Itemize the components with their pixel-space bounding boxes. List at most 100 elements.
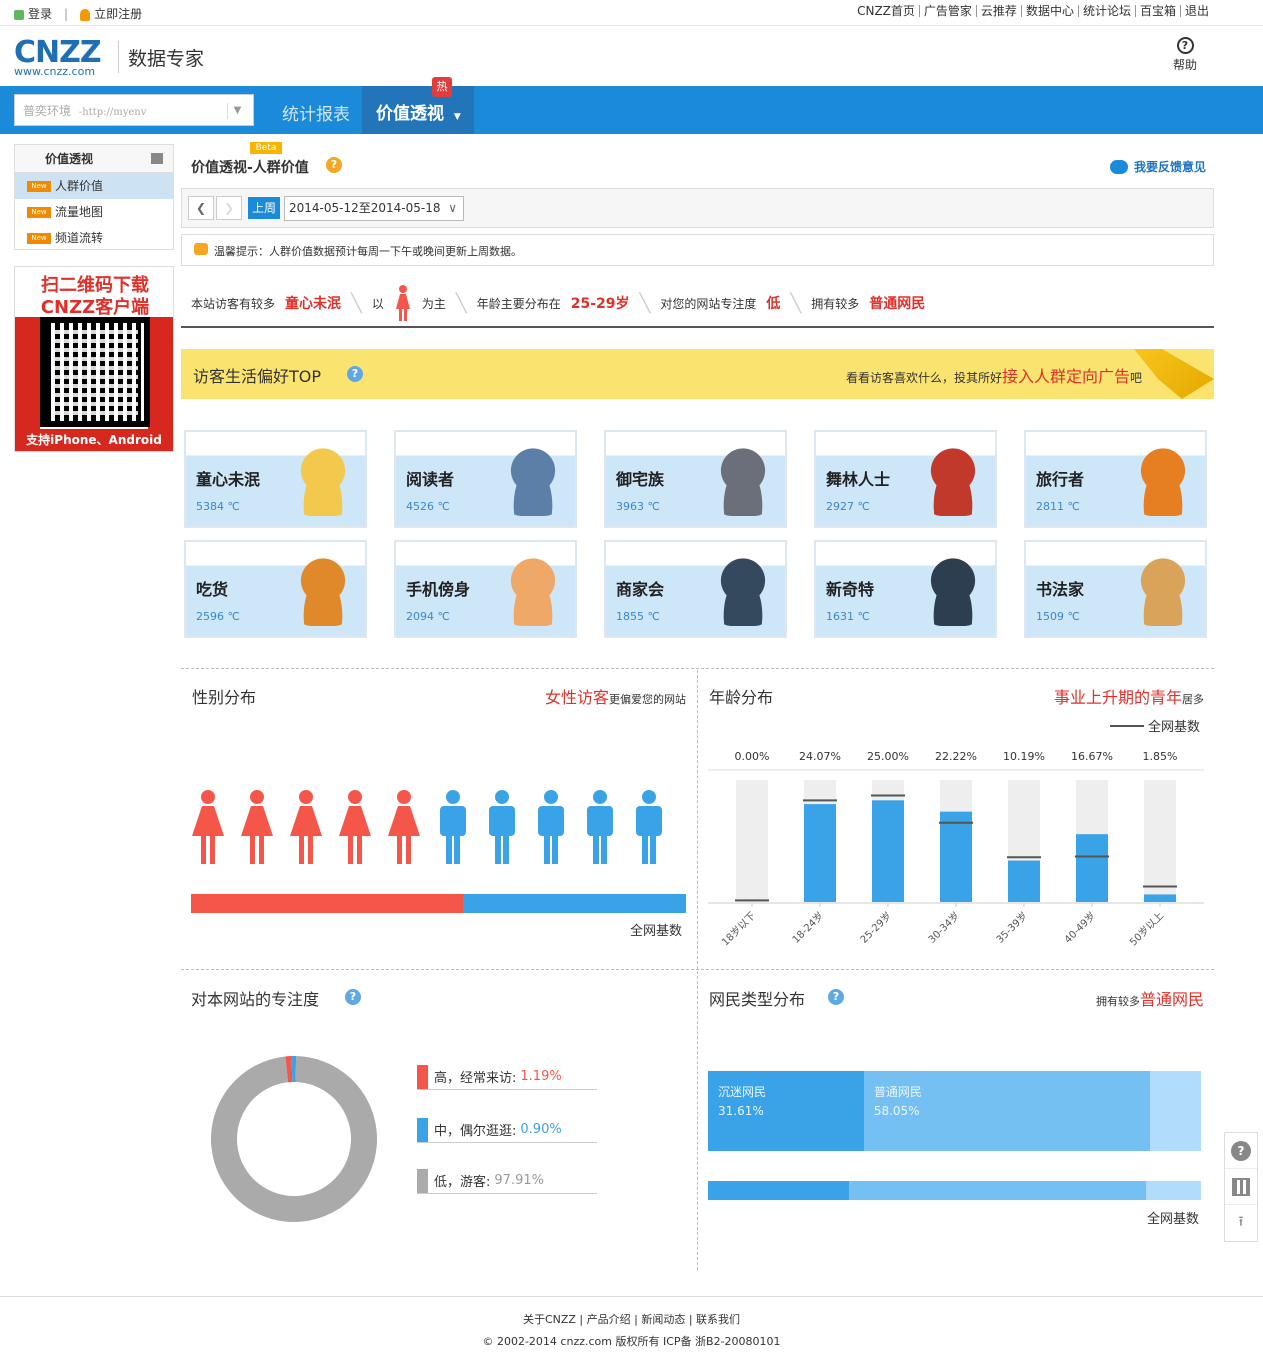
collapse-icon[interactable] <box>151 153 163 164</box>
question-icon[interactable]: ? <box>828 989 844 1005</box>
divider: | <box>64 6 69 21</box>
preference-card[interactable]: 舞林人士 2927 ℃ <box>814 430 997 528</box>
feedback-link[interactable]: 我要反馈意见 <box>1110 158 1206 175</box>
question-icon[interactable]: ? <box>326 157 342 173</box>
bar-value-label: 10.19% <box>1003 750 1045 763</box>
nettype-title: 网民类型分布 <box>709 990 806 1009</box>
preference-card[interactable]: 新奇特 1631 ℃ <box>814 540 997 638</box>
question-icon[interactable]: ? <box>345 989 361 1005</box>
segment-label: 沉迷网民 <box>718 1085 767 1099</box>
x-tick-label: 30-34岁 <box>925 909 962 946</box>
age-note: 事业上升期的青年居多 <box>960 684 1204 708</box>
card-heat: 4526 ℃ <box>406 500 450 513</box>
preference-card[interactable]: 商家会 1855 ℃ <box>604 540 787 638</box>
card-illustration-icon <box>503 446 563 516</box>
preference-card[interactable]: 旅行者 2811 ℃ <box>1024 430 1207 528</box>
summary-segment: 拥有较多 普通网民 <box>801 293 935 313</box>
segment-value: 31.61% <box>718 1104 764 1118</box>
preference-card[interactable]: 童心未泯 5384 ℃ <box>184 430 367 528</box>
gender-bar-female <box>191 894 464 913</box>
help-button[interactable]: ? 帮助 <box>1168 37 1202 73</box>
sidebar: 价值透视 New 人群价值 New 流量地图 New 频道流转 <box>14 144 174 250</box>
tab-value-label: 价值透视 <box>376 104 444 124</box>
tab-value[interactable]: 价值透视 ▼ <box>362 86 474 134</box>
focus-donut <box>211 1056 377 1222</box>
site-selector[interactable]: 普奕环境 -http://myenv ▼ <box>14 94 254 126</box>
site-url: -http://myenv <box>78 107 147 118</box>
summary-label: 年龄主要分布在 <box>476 296 561 311</box>
qr-frame-left <box>15 317 40 429</box>
arrow-up-icon: ⭱ <box>1238 1214 1244 1230</box>
bar-value-label: 25.00% <box>867 750 909 763</box>
card-heat: 1855 ℃ <box>616 610 660 623</box>
top-link-ad[interactable]: 广告管家 <box>918 5 976 17</box>
date-range-select[interactable]: 2014-05-12至2014-05-18 ∨ <box>284 196 464 221</box>
qr-float-button[interactable] <box>1225 1169 1257 1205</box>
top-link-logout[interactable]: 退出 <box>1179 5 1213 17</box>
last-week-button[interactable]: 上周 <box>248 197 280 219</box>
tip-bar: 温馨提示：人群价值数据预计每周一下午或晚间更新上周数据。 <box>181 234 1214 266</box>
age-bar[interactable] <box>1076 834 1108 902</box>
age-bar[interactable] <box>1008 860 1040 902</box>
product-name: 数据专家 <box>128 48 205 70</box>
preference-card[interactable]: 吃货 2596 ℃ <box>184 540 367 638</box>
age-bar[interactable] <box>804 804 836 902</box>
top-link-recommend[interactable]: 云推荐 <box>975 5 1021 17</box>
preference-card[interactable]: 手机傍身 2094 ℃ <box>394 540 577 638</box>
summary-label: 本站访客有较多 <box>191 296 276 311</box>
card-illustration-icon <box>923 556 983 626</box>
caret-down-icon: ▼ <box>453 112 461 122</box>
date-bar: ❮ ❯ 上周 2014-05-12至2014-05-18 ∨ <box>181 188 1214 228</box>
help-float-button[interactable]: ? <box>1225 1133 1257 1169</box>
age-bar[interactable] <box>1144 894 1176 902</box>
sidebar-item-channel-flow[interactable]: New 频道流转 <box>15 225 173 251</box>
back-to-top-button[interactable]: ⭱ <box>1225 1205 1257 1241</box>
donut-slice[interactable] <box>211 1056 377 1222</box>
top-link-data[interactable]: 数据中心 <box>1020 5 1078 17</box>
nettype-segment[interactable]: 沉迷网民 31.61% <box>708 1071 864 1151</box>
qr-subtitle: CNZZ客户端 <box>40 297 150 318</box>
card-illustration-icon <box>293 446 353 516</box>
age-title: 年龄分布 <box>709 688 774 707</box>
top-link-toolbox[interactable]: 百宝箱 <box>1134 5 1180 17</box>
next-week-button[interactable]: ❯ <box>216 196 242 220</box>
tab-stats[interactable]: 统计报表 <box>282 100 350 125</box>
bar-track <box>736 780 768 902</box>
sidebar-item-traffic-map[interactable]: New 流量地图 <box>15 199 173 225</box>
footer-links[interactable]: 关于CNZZ | 产品介绍 | 新闻动态 | 联系我们 <box>0 1311 1263 1327</box>
focus-legend-row: 高，经常来访: 1.19% <box>417 1064 597 1090</box>
user-icon <box>80 8 91 21</box>
top-link-home[interactable]: CNZZ首页 <box>853 5 919 17</box>
preference-card[interactable]: 阅读者 4526 ℃ <box>394 430 577 528</box>
legend-label: 高，经常来访: <box>434 1071 517 1086</box>
prev-week-button[interactable]: ❮ <box>188 196 214 220</box>
segment-label: 普通网民 <box>873 1085 922 1099</box>
card-heat: 2927 ℃ <box>826 500 870 513</box>
age-bar[interactable] <box>872 800 904 902</box>
x-tick-label: 25-29岁 <box>857 909 894 946</box>
logo[interactable]: CNZZ www.cnzz.com <box>14 38 102 79</box>
ad-targeting-link[interactable]: 接入人群定向广告 <box>1002 367 1130 386</box>
nettype-segment[interactable]: 普通网民 58.05% <box>863 1071 1150 1151</box>
preference-card[interactable]: 书法家 1509 ℃ <box>1024 540 1207 638</box>
preference-card[interactable]: 御宅族 3963 ℃ <box>604 430 787 528</box>
auth-links: 登录 | 立即注册 <box>14 5 142 22</box>
legend-swatch <box>417 1064 428 1089</box>
chevron-icon: ╲ <box>639 292 651 314</box>
card-name: 童心未泯 <box>196 470 261 489</box>
age-bar[interactable] <box>940 811 972 902</box>
sidebar-item-crowd-value[interactable]: New 人群价值 <box>15 173 173 199</box>
logo-sub: www.cnzz.com <box>14 65 96 78</box>
qr-download[interactable]: 扫二维码下载 CNZZ客户端 支持iPhone、Android <box>14 266 174 452</box>
question-icon[interactable]: ? <box>347 366 363 382</box>
register-link[interactable]: 立即注册 <box>94 5 142 22</box>
lock-icon <box>14 9 24 20</box>
help-label: 帮助 <box>1172 58 1197 72</box>
summary-value: 25-29岁 <box>570 296 630 312</box>
login-link[interactable]: 登录 <box>28 5 52 22</box>
top-link-forum[interactable]: 统计论坛 <box>1077 5 1135 17</box>
summary-label: 为主 <box>421 296 446 311</box>
nettype-note: 拥有较多普通网民 <box>1000 986 1204 1010</box>
nettype-segment[interactable] <box>1150 1071 1201 1151</box>
top-links: CNZZ首页 广告管家 云推荐 数据中心 统计论坛 百宝箱 退出 <box>853 5 1213 17</box>
